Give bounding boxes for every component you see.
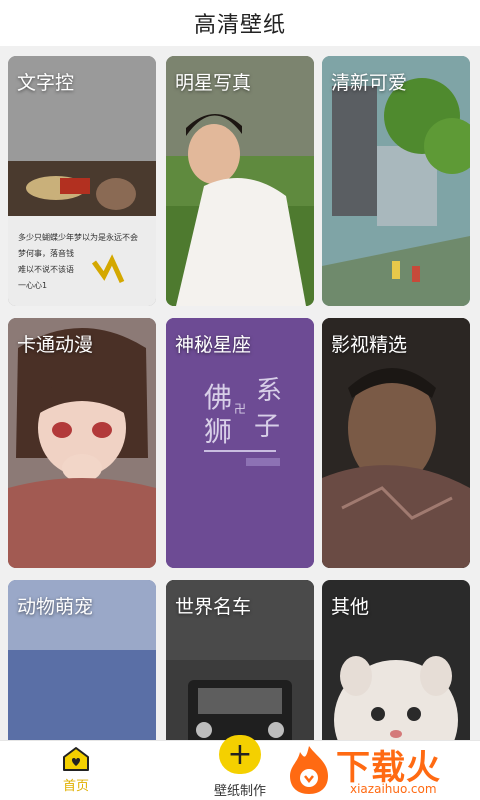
category-grid[interactable]: 文字控 多少只蝴蝶少年梦以为是永远不会 梦何事，落音钱 难以不说不该语 一心心1…: [0, 46, 480, 740]
category-label: 神秘星座: [175, 334, 252, 356]
category-label: 卡通动漫: [17, 334, 94, 356]
tab-make-label: 壁纸制作: [213, 784, 266, 799]
page-title: 高清壁纸: [193, 13, 286, 38]
tab-home[interactable]: 首页: [48, 745, 104, 799]
header-bar: 高清壁纸: [0, 0, 480, 46]
tab-wallpaper-maker[interactable]: + 壁纸制作: [200, 735, 280, 799]
flame-logo-icon: [290, 746, 328, 794]
category-label: 文字控: [17, 72, 75, 94]
category-label: 清新可爱: [331, 72, 408, 94]
category-label: 其他: [331, 596, 370, 618]
tab-home-label: 首页: [62, 779, 89, 794]
app-screen: 高清壁纸 文字控 多少只蝴蝶少年梦以为是永远不会 梦何事，落音钱 难以不说不该语…: [0, 0, 480, 800]
category-card-film[interactable]: 影视精选: [322, 318, 470, 568]
category-label: 动物萌宠: [17, 596, 94, 618]
handwriting-line: 梦何事，落音钱: [18, 249, 74, 258]
handwriting-line: 一心心1: [18, 281, 48, 290]
category-card-pets[interactable]: 动物萌宠: [8, 580, 156, 740]
category-label: 影视精选: [331, 334, 408, 356]
poster-char: 系: [256, 376, 283, 406]
category-card-fresh[interactable]: 清新可爱: [322, 56, 470, 306]
handwriting-line: 多少只蝴蝶少年梦以为是永远不会: [18, 233, 138, 242]
watermark-url: xiazaihuo.com: [350, 782, 437, 796]
category-card-others[interactable]: 其他: [322, 580, 470, 740]
poster-char: 子: [254, 412, 281, 442]
category-card-cars[interactable]: 世界名车: [166, 580, 314, 740]
category-card-celebrity[interactable]: 明星写真: [166, 56, 314, 306]
category-card-text[interactable]: 文字控 多少只蝴蝶少年梦以为是永远不会 梦何事，落音钱 难以不说不该语 一心心1: [8, 56, 156, 306]
category-label: 世界名车: [175, 596, 252, 618]
handwriting-line: 难以不说不该语: [18, 265, 74, 274]
plus-icon: +: [219, 735, 261, 774]
category-card-anime[interactable]: 卡通动漫: [8, 318, 156, 568]
category-label: 明星写真: [175, 72, 252, 94]
category-card-zodiac[interactable]: 神秘星座 佛 狮 系 子 卍: [166, 318, 314, 568]
poster-char: 狮: [204, 415, 233, 448]
home-icon: [63, 747, 89, 771]
site-watermark: 下载火 xiazaihuo.com: [280, 738, 480, 800]
poster-mark: 卍: [234, 402, 247, 416]
